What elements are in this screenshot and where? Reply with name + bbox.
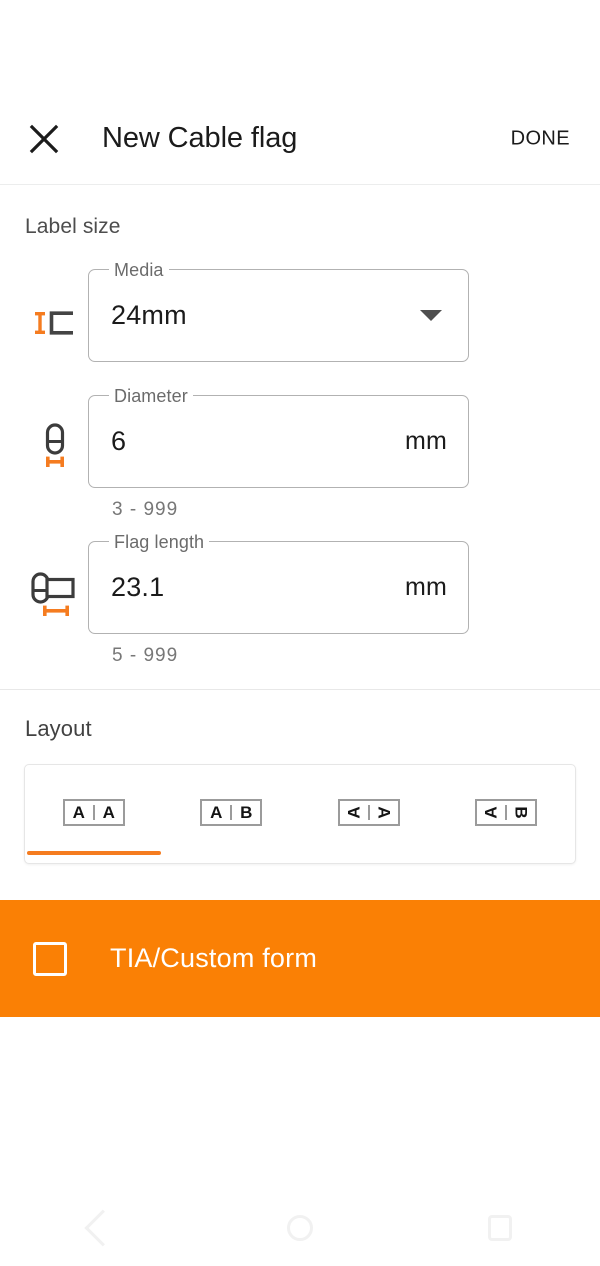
chevron-down-icon[interactable] (420, 310, 442, 321)
diameter-helper-text: 3 - 999 (112, 499, 179, 520)
tia-custom-form-banner[interactable]: TIA/Custom form (0, 900, 600, 1017)
diameter-field-row: Diameter mm 3 - 999 (0, 386, 600, 521)
layout-preview-a-b: A B (200, 798, 263, 826)
status-bar (0, 0, 600, 93)
tia-custom-form-label: TIA/Custom form (110, 943, 318, 973)
layout-cell-right: A (102, 802, 115, 822)
layout-section: Layout A A A B A A A B (0, 690, 600, 864)
flag-length-input-container[interactable]: Flag length mm (88, 532, 469, 634)
layout-option-a-b[interactable]: A B (163, 765, 301, 863)
media-label: Media (109, 260, 169, 280)
layout-heading: Layout (25, 716, 92, 741)
media-field-wrap: Media (88, 260, 469, 362)
layout-cell-right: B (240, 802, 253, 822)
flag-length-input[interactable] (111, 572, 351, 603)
layout-preview-a-b-rotated: A B (475, 798, 538, 826)
layout-cell-left: A (210, 802, 223, 822)
media-field-row: Media (0, 260, 600, 377)
layout-cell-left: A (344, 805, 364, 819)
layout-selected-indicator (440, 851, 574, 855)
nav-recents-button[interactable] (465, 1193, 535, 1263)
diameter-input[interactable] (111, 426, 351, 457)
close-button[interactable] (13, 108, 75, 170)
layout-option-a-a-rotated[interactable]: A A (300, 765, 438, 863)
flag-length-icon (22, 541, 88, 649)
layout-selected-indicator (165, 851, 299, 855)
media-width-icon (22, 269, 88, 377)
flag-length-field-wrap: Flag length mm 5 - 999 (88, 532, 469, 667)
flag-length-label: Flag length (109, 532, 210, 552)
page-title: New Cable flag (102, 122, 298, 154)
media-select[interactable]: Media (88, 260, 469, 362)
layout-preview-a-a: A A (62, 798, 125, 826)
layout-cell-divider (367, 804, 370, 820)
layout-preview-a-a-rotated: A A (337, 798, 400, 826)
layout-cell-divider (505, 804, 508, 820)
flag-length-helper-text: 5 - 999 (112, 645, 179, 666)
label-size-section: Label size Media 24mm Diameter 6 mm 3 - … (0, 185, 600, 690)
layout-cell-left: A (481, 805, 501, 819)
diameter-label: Diameter (109, 386, 193, 406)
layout-option-a-a[interactable]: A A (25, 765, 163, 863)
recents-icon (488, 1215, 512, 1241)
back-icon (84, 1209, 122, 1247)
layout-cell-left: A (72, 802, 85, 822)
flag-length-unit: mm (404, 573, 447, 601)
diameter-unit: mm (404, 427, 447, 455)
layout-options-card: A A A B A A A B (24, 764, 576, 864)
diameter-field-wrap: Diameter mm 3 - 999 (88, 386, 469, 521)
layout-option-a-b-rotated[interactable]: A B (438, 765, 576, 863)
app-bar: New Cable flag DONE (0, 93, 600, 185)
app-screen: New Cable flag DONE Label size Media 24m… (0, 0, 600, 1266)
label-size-heading: Label size (25, 215, 121, 238)
home-icon (287, 1215, 313, 1241)
nav-back-button[interactable] (65, 1193, 135, 1263)
nav-home-button[interactable] (265, 1193, 335, 1263)
system-navigation-bar (0, 1190, 600, 1266)
close-icon (28, 123, 60, 155)
layout-cell-right: A (374, 805, 394, 819)
media-value[interactable] (111, 300, 351, 331)
layout-selected-indicator (27, 851, 161, 855)
layout-selected-indicator (302, 851, 436, 855)
flag-length-field-row: Flag length mm 5 - 999 (0, 532, 600, 667)
layout-cell-right: B (511, 805, 531, 819)
cable-diameter-icon (22, 395, 88, 503)
done-button[interactable]: DONE (503, 121, 578, 156)
tia-custom-form-checkbox[interactable] (33, 941, 67, 976)
diameter-input-container[interactable]: Diameter mm (88, 386, 469, 488)
